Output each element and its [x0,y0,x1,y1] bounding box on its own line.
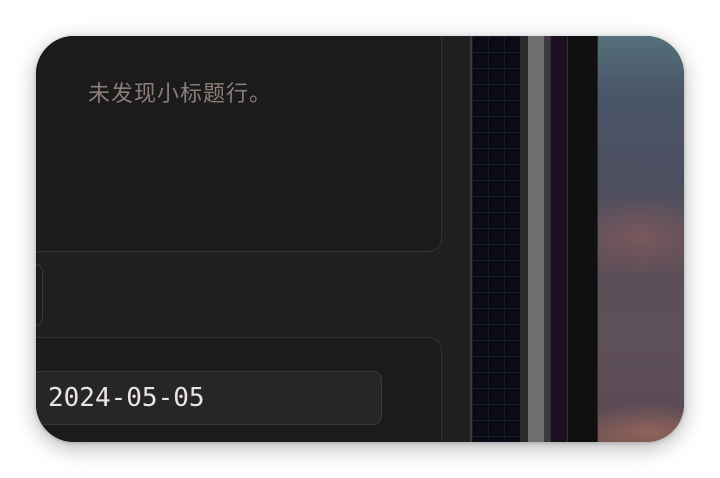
grid-canvas-strip [472,36,520,442]
date-input[interactable]: 2024-05-05 [36,371,382,425]
separator [520,36,528,442]
adjacent-window-edge [550,36,568,442]
desktop-wallpaper [598,36,684,442]
scrollbar[interactable] [528,36,544,442]
background-window-edge [568,36,598,442]
app-window: 未发现小标题行。 2024-05-05 [36,36,684,442]
subheading-card [36,36,442,252]
empty-state-message: 未发现小标题行。 [88,82,273,107]
collapsed-section-header[interactable] [36,264,43,326]
main-panel: 未发现小标题行。 2024-05-05 [36,36,470,442]
